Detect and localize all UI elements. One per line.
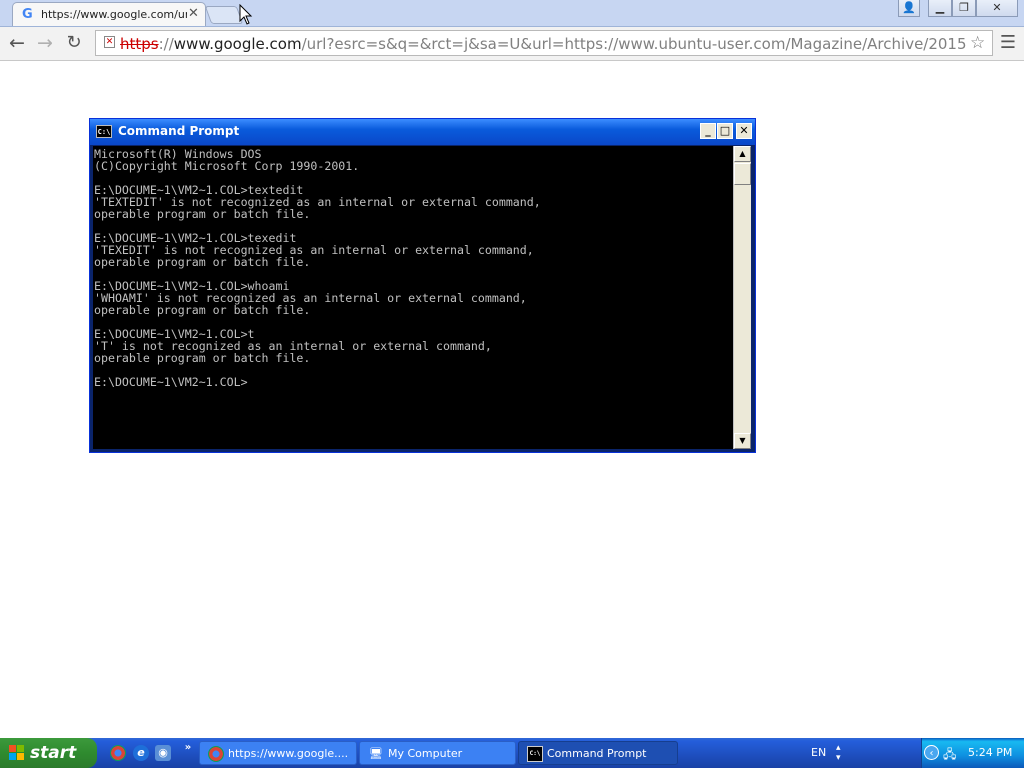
minimize-icon: _ [705,124,711,137]
command-prompt-window[interactable]: C:\ Command Prompt _ □ ✕ Microsoft(R) Wi… [89,118,756,453]
show-hidden-icons-icon[interactable]: ‹ [924,745,939,760]
browser-minimize-button[interactable]: ▁ [928,0,952,17]
cmd-window-title: Command Prompt [118,124,240,138]
language-indicator[interactable]: EN [811,746,826,759]
clock[interactable]: 5:24 PM [968,746,1012,759]
mouse-cursor-icon [239,4,253,25]
taskbar-button-my-computer[interactable]: 🖥 My Computer [359,741,516,765]
reload-button[interactable]: ↻ [62,31,86,55]
close-icon: ✕ [739,124,749,137]
google-favicon-icon: G [22,7,33,22]
hamburger-menu-icon: ☰ [999,32,1017,53]
network-icon[interactable]: 🖧 [943,745,956,766]
forward-arrow-icon: → [37,32,53,54]
minimize-icon: ▁ [935,1,945,14]
forward-button[interactable]: → [33,31,57,55]
address-bar[interactable]: ✕ https://www.google.com/url?esrc=s&q=&r… [95,30,993,56]
internet-explorer-icon[interactable]: e [133,745,149,761]
console-output-area[interactable]: Microsoft(R) Windows DOS (C)Copyright Mi… [93,146,733,449]
windows-explorer-icon[interactable]: ◉ [155,745,171,761]
new-tab-button[interactable] [204,6,244,24]
chrome-icon [208,746,224,762]
profile-button[interactable]: 👤 [898,0,920,17]
cmd-maximize-button[interactable]: □ [717,123,733,139]
system-tray: ‹ 🖧 5:24 PM [921,738,1024,768]
back-button[interactable]: ← [5,31,29,55]
browser-toolbar: ← → ↻ ✕ https://www.google.com/url?esrc=… [0,27,1024,61]
scrollbar-thumb[interactable] [734,163,751,185]
tab-close-icon[interactable]: ✕ [188,6,199,21]
chrome-quicklaunch-icon[interactable] [110,745,126,761]
browser-menu-button[interactable]: ☰ [998,31,1018,55]
reload-icon: ↻ [66,32,82,53]
bookmark-star-icon[interactable]: ☆ [970,33,985,53]
start-label: start [30,743,77,763]
scroll-down-arrow-icon[interactable]: ▼ [734,433,751,449]
browser-tab-strip: G https://www.google.com/url ✕ 👤 ▁ ❐ ✕ [0,0,1024,27]
maximize-icon: □ [719,124,731,137]
scroll-up-arrow-icon[interactable]: ▲ [734,146,751,162]
quicklaunch-overflow-icon[interactable]: » [180,740,196,756]
cmd-title-bar[interactable]: C:\ Command Prompt _ □ ✕ [90,119,755,145]
console-scrollbar[interactable]: ▲ ▼ [733,146,751,449]
cmd-close-button[interactable]: ✕ [736,123,752,139]
browser-tab-active[interactable]: G https://www.google.com/url ✕ [12,2,206,26]
my-computer-icon: 🖥 [369,747,383,760]
insecure-page-icon[interactable]: ✕ [104,36,115,48]
browser-close-button[interactable]: ✕ [976,0,1018,17]
restore-icon: ❐ [959,1,969,14]
cmd-window-icon[interactable]: C:\ [96,125,112,138]
taskbar-button-label: https://www.google.... [228,747,349,760]
url-text[interactable]: https://www.google.com/url?esrc=s&q=&rct… [120,35,966,53]
cmd-minimize-button[interactable]: _ [700,123,716,139]
taskbar-button-command-prompt[interactable]: C:\ Command Prompt [518,741,678,765]
cmd-icon: C:\ [527,746,543,762]
close-icon: ✕ [992,1,1002,14]
taskbar-button-label: Command Prompt [547,747,647,760]
taskbar-button-label: My Computer [388,747,463,760]
start-button[interactable]: start [0,738,97,768]
language-switch-icon[interactable]: ▴ ▾ [836,743,841,763]
back-arrow-icon: ← [9,32,25,54]
user-icon: 👤 [902,1,916,14]
tab-title: https://www.google.com/url [41,8,187,21]
taskbar-button-chrome[interactable]: https://www.google.... [199,741,357,765]
windows-taskbar: start e ◉ » https://www.google.... 🖥 My … [0,738,1024,768]
windows-flag-icon [9,745,25,761]
console-text: Microsoft(R) Windows DOS (C)Copyright Mi… [94,147,541,389]
browser-restore-button[interactable]: ❐ [952,0,976,17]
